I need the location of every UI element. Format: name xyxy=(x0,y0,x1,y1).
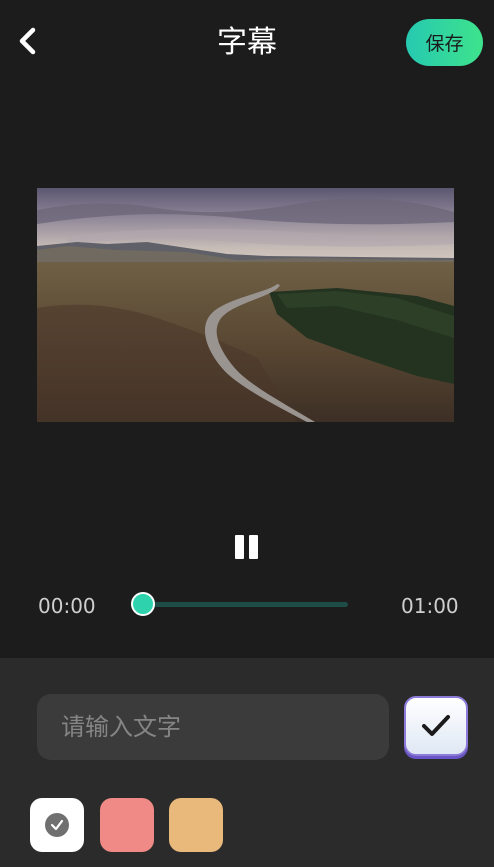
top-bar: 字幕 保存 xyxy=(0,0,494,86)
save-button[interactable]: 保存 xyxy=(406,19,483,66)
progress-track[interactable] xyxy=(143,602,348,607)
selected-check-icon xyxy=(45,813,69,837)
subtitle-text-input[interactable] xyxy=(37,694,389,760)
video-frame-image xyxy=(37,188,454,422)
progress-thumb[interactable] xyxy=(131,592,155,616)
confirm-button[interactable] xyxy=(404,696,468,756)
video-preview[interactable] xyxy=(37,188,454,422)
current-time: 00:00 xyxy=(38,594,96,618)
total-time: 01:00 xyxy=(401,594,459,618)
color-swatch-white[interactable] xyxy=(30,798,84,852)
check-icon xyxy=(422,715,450,736)
pause-icon xyxy=(235,535,244,559)
color-swatch-orange[interactable] xyxy=(169,798,223,852)
pause-button[interactable] xyxy=(233,535,261,561)
color-swatch-pink[interactable] xyxy=(100,798,154,852)
